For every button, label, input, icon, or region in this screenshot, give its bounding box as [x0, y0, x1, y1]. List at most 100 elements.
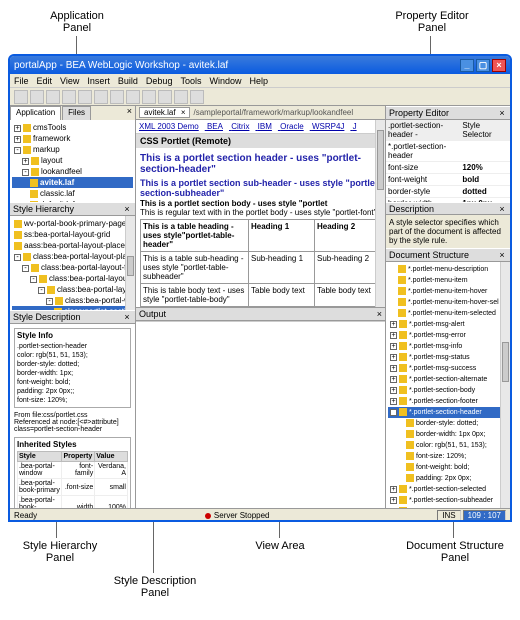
menu-view[interactable]: View: [60, 76, 79, 86]
toolbar-button[interactable]: [46, 90, 60, 104]
tree-expand-icon[interactable]: +: [390, 497, 397, 504]
tree-node[interactable]: -class:bea-portal-window-container: [12, 295, 133, 306]
menu-window[interactable]: Window: [209, 76, 241, 86]
tree-expand-icon[interactable]: +: [390, 398, 397, 405]
property-row[interactable]: border-styledotted: [386, 186, 510, 198]
tree-node[interactable]: classic.laf: [12, 188, 133, 199]
toolbar-button[interactable]: [62, 90, 76, 104]
tree-expand-icon[interactable]: +: [390, 354, 397, 361]
tree-expand-icon[interactable]: -: [38, 287, 45, 294]
panel-header[interactable]: Document Structure ×: [386, 248, 510, 262]
tree-expand-icon[interactable]: +: [390, 365, 397, 372]
tree-node[interactable]: class:portlet-section-header: [12, 306, 133, 310]
tree-node[interactable]: border-width: 1px 0px;: [388, 429, 508, 440]
tree-node[interactable]: border-style: dotted;: [388, 418, 508, 429]
tree-node[interactable]: -markup: [12, 144, 133, 155]
tree-node[interactable]: default.laf: [12, 199, 133, 202]
tree-node[interactable]: -class:bea-portal-layout-placeholder: [12, 251, 133, 262]
tree-node[interactable]: font-weight: bold;: [388, 462, 508, 473]
toolbar-button[interactable]: [174, 90, 188, 104]
titlebar[interactable]: portalApp - BEA WebLogic Workshop - avit…: [10, 56, 510, 74]
tree-expand-icon[interactable]: +: [390, 376, 397, 383]
panel-header[interactable]: Style Description ×: [10, 310, 135, 324]
document-structure-tree[interactable]: *.portlet-menu-description *.portlet-men…: [386, 262, 510, 508]
tab-application[interactable]: Application: [10, 106, 61, 120]
tree-node[interactable]: +*.portlet-section-selected: [388, 484, 508, 495]
tree-node[interactable]: font-size: 120%;: [388, 451, 508, 462]
toolbar-button[interactable]: [110, 90, 124, 104]
tree-expand-icon[interactable]: +: [390, 343, 397, 350]
panel-close-icon[interactable]: ×: [122, 312, 132, 322]
tree-expand-icon[interactable]: -: [22, 265, 29, 272]
nav-link[interactable]: Oracle: [280, 122, 304, 131]
panel-header[interactable]: Property Editor ×: [386, 106, 510, 120]
tree-node[interactable]: *.portlet-menu-item-hover: [388, 286, 508, 297]
tree-node[interactable]: *.portlet-menu-item-selected: [388, 308, 508, 319]
tree-node[interactable]: +*.portlet-section-footer: [388, 396, 508, 407]
tree-node[interactable]: ss:bea-portal-layout-grid: [12, 229, 133, 240]
menu-tools[interactable]: Tools: [180, 76, 201, 86]
menu-help[interactable]: Help: [249, 76, 268, 86]
property-row[interactable]: font-weightbold: [386, 174, 510, 186]
tree-node[interactable]: +*.portlet-msg-info: [388, 341, 508, 352]
nav-link[interactable]: IBM: [258, 122, 272, 131]
panel-header[interactable]: Style Hierarchy ×: [10, 202, 135, 216]
tree-expand-icon[interactable]: -: [46, 298, 53, 305]
toolbar-button[interactable]: [158, 90, 172, 104]
tree-node[interactable]: +*.portlet-msg-alert: [388, 319, 508, 330]
tree-node[interactable]: +*.portlet-section-alternate: [388, 374, 508, 385]
tree-node[interactable]: +*.portlet-msg-status: [388, 352, 508, 363]
table-row[interactable]: .bea-portal-windowfont-familyVerdana, A: [18, 462, 128, 479]
toolbar-button[interactable]: [94, 90, 108, 104]
tree-node[interactable]: -lookandfeel: [12, 166, 133, 177]
tree-expand-icon[interactable]: -: [14, 147, 21, 154]
tree-node[interactable]: aass:bea-portal-layout-placeholder-conta…: [12, 240, 133, 251]
toolbar-button[interactable]: [126, 90, 140, 104]
tree-node[interactable]: +*.portlet-section-text: [388, 506, 508, 508]
menu-edit[interactable]: Edit: [37, 76, 53, 86]
col-property[interactable]: Property: [62, 452, 95, 462]
toolbar-button[interactable]: [78, 90, 92, 104]
style-hierarchy-tree[interactable]: wv-portal-book-primary-page ss:bea-porta…: [10, 216, 135, 310]
tree-node[interactable]: +layout: [12, 155, 133, 166]
tree-node[interactable]: -class:bea-portal-layout-flow: [12, 262, 133, 273]
panel-close-icon[interactable]: ×: [497, 108, 507, 118]
panel-close-icon[interactable]: ×: [497, 250, 507, 260]
property-editor-body[interactable]: .portlet-section-header -Style Selector …: [386, 120, 510, 202]
tab-files[interactable]: Files: [62, 106, 91, 120]
panel-close-icon[interactable]: ×: [122, 204, 132, 214]
toolbar-button[interactable]: [190, 90, 204, 104]
toolbar-button[interactable]: [30, 90, 44, 104]
scrollbar[interactable]: [375, 120, 385, 307]
tree-node[interactable]: -class:bea-portal-layout-placeholder-con…: [12, 273, 133, 284]
tree-node[interactable]: wv-portal-book-primary-page: [12, 218, 133, 229]
close-button[interactable]: ×: [492, 59, 506, 72]
panel-close-icon[interactable]: ×: [377, 309, 382, 319]
tree-node[interactable]: *.portlet-menu-description: [388, 264, 508, 275]
tree-node[interactable]: +*.portlet-msg-success: [388, 363, 508, 374]
editor-tab[interactable]: avitek.laf ×: [139, 107, 190, 118]
tree-node[interactable]: -class:bea-portal-layout-placeholder: [12, 284, 133, 295]
nav-link[interactable]: J: [353, 122, 357, 131]
tree-node[interactable]: +*.portlet-section-body: [388, 385, 508, 396]
toolbar-button[interactable]: [142, 90, 156, 104]
tree-node[interactable]: avitek.laf: [12, 177, 133, 188]
nav-link[interactable]: BEA: [207, 122, 223, 131]
minimize-button[interactable]: _: [460, 59, 474, 72]
tree-node[interactable]: +framework: [12, 133, 133, 144]
property-row[interactable]: *.portlet-section-header: [386, 141, 510, 162]
scrollbar[interactable]: [125, 216, 135, 310]
tree-node[interactable]: color: rgb(51, 51, 153);: [388, 440, 508, 451]
menu-build[interactable]: Build: [118, 76, 138, 86]
tree-expand-icon[interactable]: +: [14, 136, 21, 143]
tree-expand-icon[interactable]: +: [22, 158, 29, 165]
maximize-button[interactable]: ▢: [476, 59, 490, 72]
tree-node[interactable]: +cmsTools: [12, 122, 133, 133]
application-tree[interactable]: +cmsTools+framework-markup+layout-lookan…: [10, 120, 135, 202]
nav-link[interactable]: XML 2003 Demo: [139, 122, 199, 131]
nav-link[interactable]: Citrix: [231, 122, 249, 131]
tree-node[interactable]: +*.portlet-msg-error: [388, 330, 508, 341]
menu-insert[interactable]: Insert: [87, 76, 110, 86]
table-row[interactable]: .bea-portal-book-primary.font-sizesmall: [18, 479, 128, 496]
tree-expand-icon[interactable]: -: [30, 276, 37, 283]
